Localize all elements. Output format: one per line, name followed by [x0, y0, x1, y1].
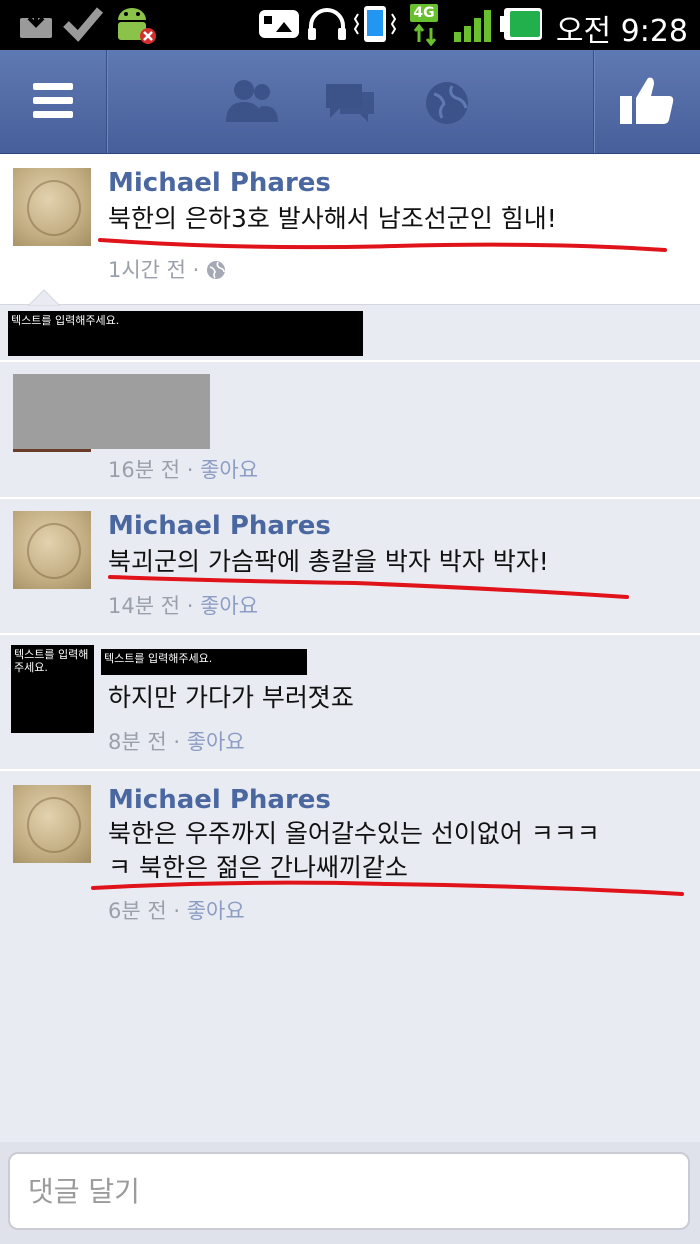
post-time: 1시간 전 ·	[108, 258, 200, 282]
post-text: 북한의 은하3호 발사해서 남조선군인 힘내!	[108, 204, 557, 233]
gallery-icon	[259, 10, 299, 38]
download-icon	[20, 10, 52, 38]
original-post: Michael Phares 북한의 은하3호 발사해서 남조선군인 힘내! 1…	[0, 154, 700, 305]
redaction-box: 텍스트를 입력해주세요.	[8, 311, 363, 356]
like-link[interactable]: 좋아요	[200, 594, 258, 618]
comment-item: 16분 전 · 좋아요	[0, 362, 700, 497]
avatar[interactable]	[13, 511, 91, 589]
comment-meta: 14분 전 · 좋아요	[108, 594, 259, 618]
battery-icon	[500, 8, 542, 40]
avatar[interactable]	[13, 168, 91, 246]
comment-text: 북괴군의 가슴팍에 총칼을 박자 박자 박자!	[108, 547, 549, 576]
comment-item: Michael Phares 북괴군의 가슴팍에 총칼을 박자 박자 박자! 1…	[0, 499, 700, 633]
friend-requests-icon[interactable]	[224, 78, 280, 124]
comment-input[interactable]: 댓글 달기	[8, 1152, 690, 1230]
network-4g-icon: 4G	[410, 4, 438, 22]
android-debug-icon	[118, 8, 156, 44]
comments-pointer	[28, 289, 60, 306]
comment-meta: 6분 전 · 좋아요	[108, 899, 245, 923]
comment-text-line2: ㅋ 북한은 젊은 간나쌔끼같소	[108, 853, 408, 882]
thumbs-up-icon[interactable]	[618, 74, 676, 126]
like-link[interactable]: 좋아요	[187, 899, 245, 923]
like-link[interactable]: 좋아요	[200, 458, 258, 482]
hamburger-menu-icon[interactable]	[33, 83, 73, 119]
avatar-redaction: 텍스트를 입력해주세요.	[11, 645, 94, 733]
clock: 오전 9:28	[555, 14, 688, 49]
messages-icon[interactable]	[324, 82, 376, 124]
like-link[interactable]: 좋아요	[187, 730, 245, 754]
comment-text: 하지만 가다가 부러졋죠	[108, 683, 354, 712]
name-redaction: 텍스트를 입력해주세요.	[101, 649, 307, 675]
comment-meta: 8분 전 · 좋아요	[108, 730, 245, 754]
comment-author[interactable]: Michael Phares	[108, 785, 331, 815]
avatar[interactable]	[13, 785, 91, 863]
status-bar: 4G 오전 9:28	[0, 0, 700, 50]
app-header	[0, 50, 700, 154]
globe-icon	[207, 261, 226, 279]
comment-composer: 댓글 달기	[0, 1142, 700, 1244]
comment-author[interactable]: Michael Phares	[108, 511, 331, 541]
headphones-icon	[308, 8, 346, 40]
redaction-block	[13, 374, 210, 449]
comment-item: 텍스트를 입력해주세요. 텍스트를 입력해주세요. 하지만 가다가 부러졋죠 8…	[0, 635, 700, 769]
notifications-globe-icon[interactable]	[424, 80, 470, 126]
data-arrows-icon	[413, 24, 437, 46]
signal-icon	[454, 10, 491, 42]
comment-redacted: 텍스트를 입력해주세요.	[0, 305, 700, 360]
comment-text-line1: 북한은 우주까지 올어갈수있는 선이없어 ㅋㅋㅋ	[108, 819, 600, 848]
post-meta: 1시간 전 ·	[108, 254, 226, 284]
post-author[interactable]: Michael Phares	[108, 168, 331, 198]
vibrate-icon	[353, 6, 397, 42]
comment-meta: 16분 전 · 좋아요	[108, 458, 259, 482]
comment-item: Michael Phares 북한은 우주까지 올어갈수있는 선이없어 ㅋㅋㅋ …	[0, 771, 700, 941]
check-icon	[63, 7, 104, 42]
